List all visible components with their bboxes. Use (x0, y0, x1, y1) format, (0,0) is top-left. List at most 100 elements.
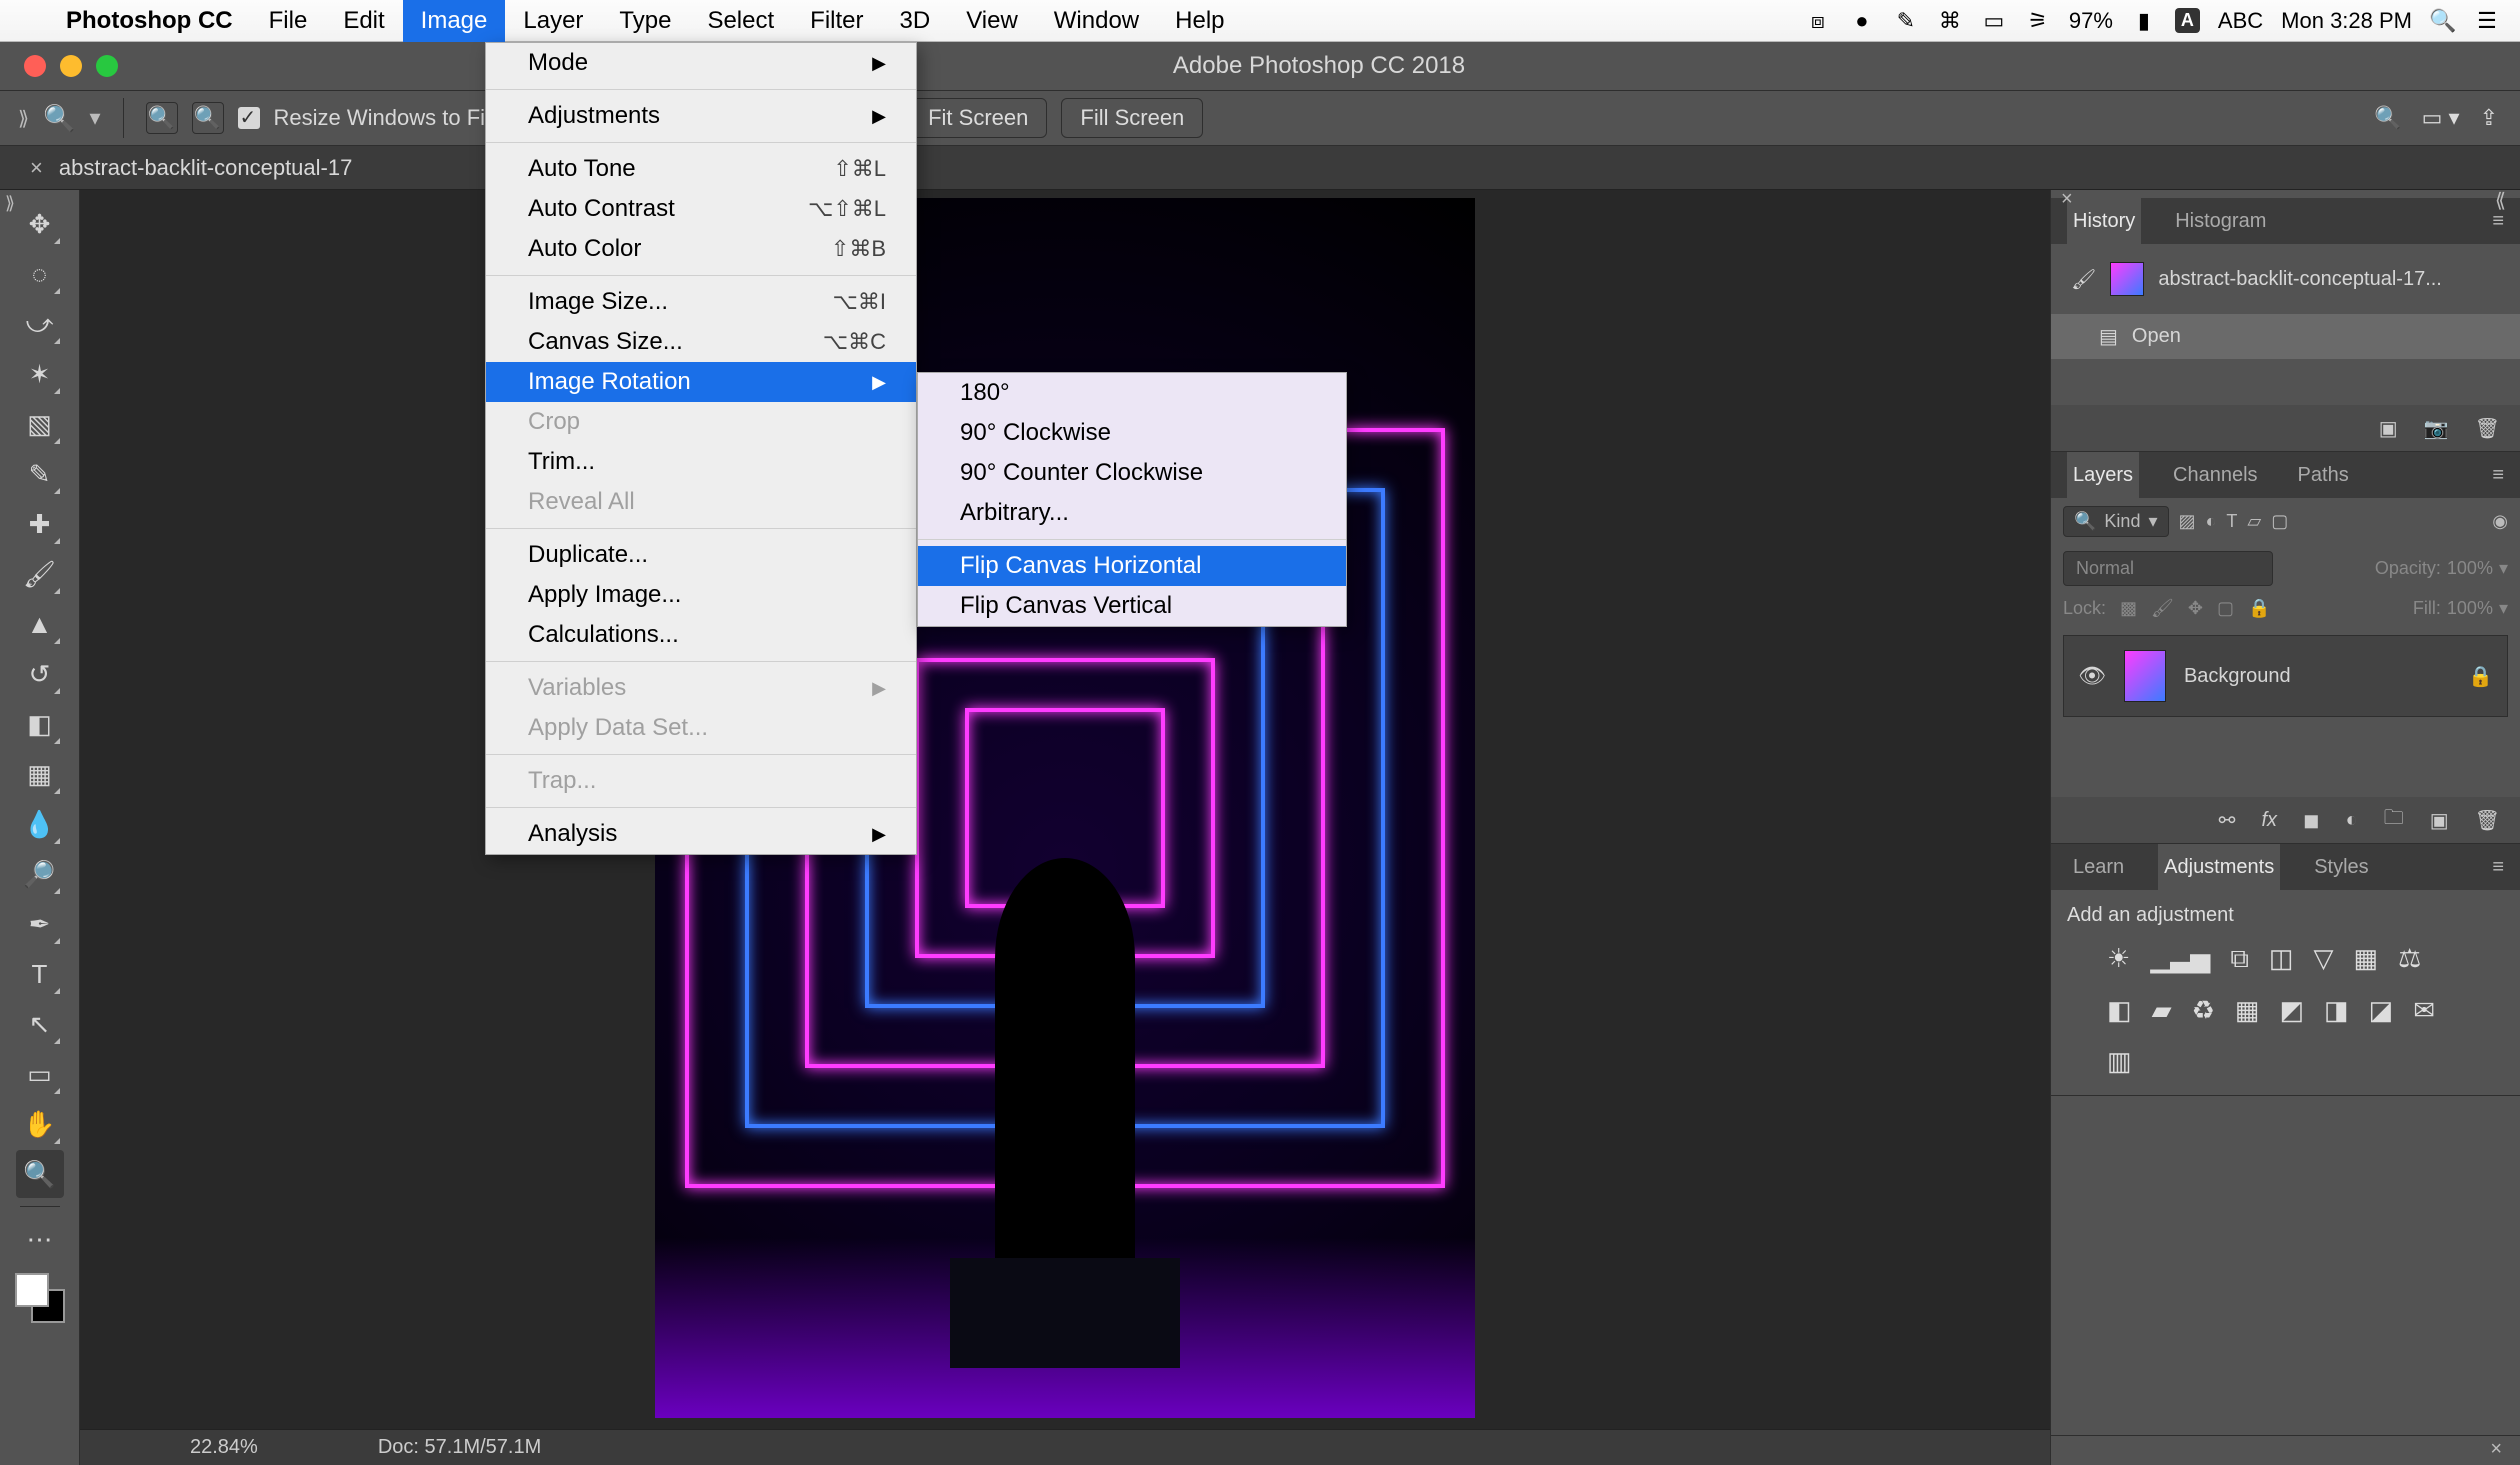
maximize-window-button[interactable] (96, 55, 118, 77)
tab-styles[interactable]: Styles (2308, 844, 2374, 891)
curves-icon[interactable]: ⧉ (2230, 943, 2249, 975)
airplay-icon[interactable]: ▭ (1981, 8, 2007, 34)
history-snapshot[interactable]: 🖌 abstract-backlit-conceptual-17... (2065, 254, 2506, 304)
lock-position-icon[interactable]: ✥ (2188, 598, 2203, 619)
trash-icon[interactable]: 🗑 (2475, 808, 2500, 833)
visibility-icon[interactable]: 👁 (2078, 663, 2106, 689)
resize-windows-checkbox[interactable] (238, 107, 260, 129)
filter-shape-icon[interactable]: ▱ (2247, 511, 2261, 532)
exposure-icon[interactable]: ◫ (2269, 943, 2294, 975)
menu-select[interactable]: Select (689, 0, 792, 42)
home-icon[interactable]: ⟫ (18, 106, 29, 131)
history-step[interactable]: ▤ Open (2051, 314, 2520, 359)
lock-brush-icon[interactable]: 🖌 (2151, 598, 2174, 619)
feather-icon[interactable]: ✎ (1893, 8, 1919, 34)
fit-screen-button[interactable]: Fit Screen (909, 98, 1047, 138)
hue-sat-icon[interactable]: ▦ (2353, 943, 2378, 975)
filter-pixel-icon[interactable]: ▨ (2179, 511, 2196, 532)
new-doc-from-state-icon[interactable]: ▣ (2379, 416, 2398, 441)
tab-layers[interactable]: Layers (2067, 452, 2139, 499)
menu-extras-icon[interactable]: ☰ (2474, 8, 2500, 34)
submenu-item-flip-canvas-horizontal[interactable]: Flip Canvas Horizontal (918, 546, 1346, 586)
panel-menu-icon[interactable]: ≡ (2492, 464, 2504, 487)
submenu-item-arbitrary[interactable]: Arbitrary... (918, 493, 1346, 533)
threshold-icon[interactable]: ◪ (2369, 995, 2394, 1026)
menu-item-auto-tone[interactable]: Auto Tone⇧⌘L (486, 149, 916, 189)
tab-learn[interactable]: Learn (2067, 844, 2130, 891)
menu-item-mode[interactable]: Mode▶ (486, 43, 916, 83)
wifi-icon[interactable]: ⚞ (2025, 8, 2051, 34)
color-swatches[interactable] (15, 1273, 65, 1323)
menu-item-trim[interactable]: Trim... (486, 442, 916, 482)
marquee-tool[interactable]: ◌ (16, 250, 64, 298)
filter-type-icon[interactable]: T (2226, 511, 2237, 532)
chevron-down-icon[interactable]: ▾ (90, 105, 101, 131)
fx-icon[interactable]: fx (2261, 809, 2277, 832)
menu-edit[interactable]: Edit (325, 0, 402, 42)
menu-item-adjustments[interactable]: Adjustments▶ (486, 96, 916, 136)
menu-item-auto-contrast[interactable]: Auto Contrast⌥⇧⌘L (486, 189, 916, 229)
crop-tool[interactable]: ▧ (16, 400, 64, 448)
blur-tool[interactable]: 💧 (16, 800, 64, 848)
link-layers-icon[interactable]: ⚯ (2219, 808, 2236, 833)
group-icon[interactable]: 🗀 (2384, 803, 2404, 837)
dodge-tool[interactable]: 🔎 (16, 850, 64, 898)
history-brush-tool[interactable]: ↺ (16, 650, 64, 698)
lock-all-icon[interactable]: 🔒 (2248, 598, 2270, 619)
stamp-tool[interactable]: ▲ (16, 600, 64, 648)
menu-help[interactable]: Help (1157, 0, 1242, 42)
vibrance-icon[interactable]: ▽ (2313, 943, 2333, 975)
share-icon[interactable]: ⇪ (2480, 105, 2498, 131)
submenu-item-90-counter-clockwise[interactable]: 90° Counter Clockwise (918, 453, 1346, 493)
menu-file[interactable]: File (251, 0, 326, 42)
panel-menu-icon[interactable]: ≡ (2492, 856, 2504, 879)
spotlight-icon[interactable]: 🔍 (2430, 8, 2456, 34)
menu-item-calculations[interactable]: Calculations... (486, 615, 916, 655)
menu-filter[interactable]: Filter (792, 0, 881, 42)
quick-select-tool[interactable]: ✶ (16, 350, 64, 398)
input-source-icon[interactable]: A (2175, 8, 2200, 33)
menu-item-canvas-size[interactable]: Canvas Size...⌥⌘C (486, 322, 916, 362)
move-tool[interactable]: ✥ (16, 200, 64, 248)
lock-pixels-icon[interactable]: ▩ (2120, 598, 2137, 619)
gradient-map-icon[interactable]: ▥ (2107, 1046, 2132, 1077)
creative-cloud-icon[interactable]: ⌘ (1937, 8, 1963, 34)
circle-icon[interactable]: ● (1849, 8, 1875, 34)
snapshot-icon[interactable]: 📷 (2424, 416, 2449, 441)
tab-channels[interactable]: Channels (2167, 452, 2264, 499)
search-icon[interactable]: 🔍 (2374, 105, 2401, 131)
color-lookup-icon[interactable]: ▦ (2235, 995, 2260, 1026)
eraser-tool[interactable]: ◧ (16, 700, 64, 748)
mask-icon[interactable]: ◼ (2303, 808, 2320, 833)
type-tool[interactable]: T (16, 950, 64, 998)
menu-layer[interactable]: Layer (505, 0, 601, 42)
new-layer-icon[interactable]: ▣ (2430, 808, 2449, 833)
gradient-tool[interactable]: ▦ (16, 750, 64, 798)
filter-toggle-icon[interactable]: ◉ (2492, 511, 2508, 532)
healing-brush-tool[interactable]: ✚ (16, 500, 64, 548)
zoom-tool[interactable]: 🔍 (16, 1150, 64, 1198)
panel-collapse-icon[interactable]: ⟪ (2495, 188, 2506, 213)
app-name[interactable]: Photoshop CC (48, 7, 251, 35)
bw-icon[interactable]: ◧ (2107, 995, 2132, 1026)
tab-paths[interactable]: Paths (2292, 452, 2355, 499)
filter-adjust-icon[interactable]: ◐ (2206, 511, 2217, 532)
menu-type[interactable]: Type (601, 0, 689, 42)
layer-filter-kind[interactable]: 🔍Kind▾ (2063, 506, 2169, 537)
document-tab[interactable]: × abstract-backlit-conceptual-17 (0, 155, 372, 181)
shape-tool[interactable]: ▭ (16, 1050, 64, 1098)
minimize-window-button[interactable] (60, 55, 82, 77)
selective-color-icon[interactable]: ✉ (2413, 995, 2435, 1026)
filter-smart-icon[interactable]: ▢ (2271, 511, 2288, 532)
hand-tool[interactable]: ✋ (16, 1100, 64, 1148)
menu-item-apply-image[interactable]: Apply Image... (486, 575, 916, 615)
zoom-out-button[interactable]: 🔍 (192, 102, 224, 134)
photo-filter-icon[interactable]: ▰ (2152, 995, 2172, 1026)
submenu-item-90-clockwise[interactable]: 90° Clockwise (918, 413, 1346, 453)
menu-3d[interactable]: 3D (882, 0, 949, 42)
close-window-button[interactable] (24, 55, 46, 77)
path-select-tool[interactable]: ↖ (16, 1000, 64, 1048)
close-icon[interactable]: × (2490, 1438, 2502, 1461)
channel-mixer-icon[interactable]: ♻ (2192, 995, 2215, 1026)
opacity-control[interactable]: Opacity:100%▾ (2375, 558, 2508, 579)
